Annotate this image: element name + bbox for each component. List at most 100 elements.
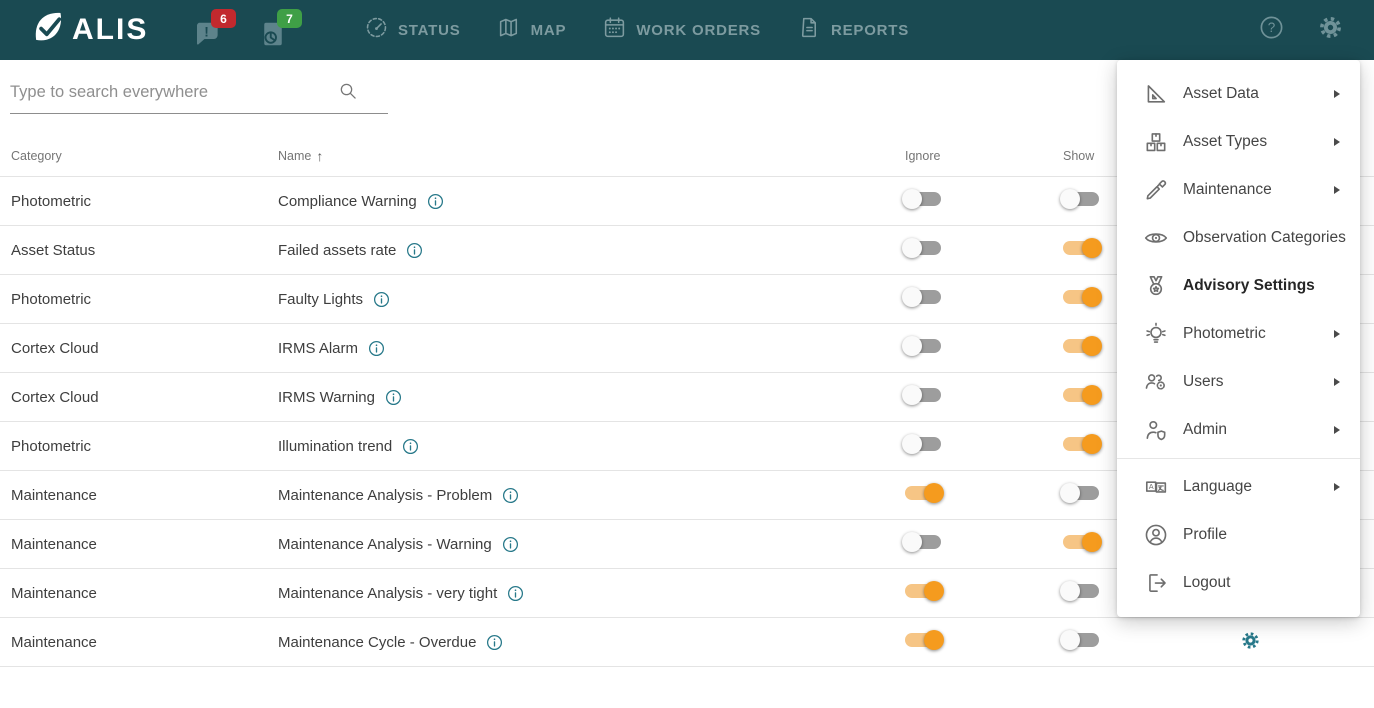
search-box: [10, 77, 360, 114]
tool-icon: [1143, 177, 1169, 203]
row-category: Photometric: [11, 291, 278, 308]
row-category: Cortex Cloud: [11, 389, 278, 406]
chat-alert-icon: !: [192, 36, 222, 53]
show-toggle[interactable]: [1063, 486, 1099, 500]
report-chart-icon: [258, 36, 288, 53]
show-toggle[interactable]: [1063, 241, 1099, 255]
search-input[interactable]: [10, 77, 388, 114]
row-name: Maintenance Analysis - very tight: [278, 585, 497, 602]
nav-map[interactable]: MAP: [497, 15, 567, 45]
set-square-icon: [1143, 81, 1169, 107]
menu-item-users[interactable]: Users: [1117, 358, 1360, 406]
row-name: Illumination trend: [278, 438, 392, 455]
show-toggle[interactable]: [1063, 535, 1099, 549]
ignore-toggle[interactable]: [905, 290, 941, 304]
info-icon[interactable]: [501, 486, 520, 505]
lightbulb-icon: [1143, 321, 1169, 347]
menu-item-observation-categories[interactable]: Observation Categories: [1117, 214, 1360, 262]
report-chart-notification-button[interactable]: 7: [258, 13, 292, 47]
menu-item-profile[interactable]: Profile: [1117, 511, 1360, 559]
show-toggle[interactable]: [1063, 437, 1099, 451]
notification-badge: 6: [211, 9, 236, 28]
info-icon[interactable]: [426, 192, 445, 211]
info-icon[interactable]: [367, 339, 386, 358]
chevron-right-icon: [1334, 330, 1340, 338]
ignore-toggle[interactable]: [905, 388, 941, 402]
ignore-toggle[interactable]: [905, 339, 941, 353]
info-icon[interactable]: [384, 388, 403, 407]
info-icon[interactable]: [372, 290, 391, 309]
ignore-toggle[interactable]: [905, 584, 941, 598]
settings-button[interactable]: [1317, 14, 1344, 46]
ignore-toggle[interactable]: [905, 192, 941, 206]
boxes-icon: [1143, 129, 1169, 155]
topbar: ALIS ! 6 7 STATUS MAP WORK ORDERS REPORT…: [0, 0, 1374, 60]
help-button[interactable]: ?: [1258, 14, 1285, 46]
chat-alert-notification-button[interactable]: ! 6: [192, 13, 226, 47]
row-name: IRMS Warning: [278, 389, 375, 406]
row-name: IRMS Alarm: [278, 340, 358, 357]
menu-item-asset-data[interactable]: Asset Data: [1117, 70, 1360, 118]
logo-text: ALIS: [72, 13, 148, 47]
map-icon: [497, 15, 522, 45]
info-icon[interactable]: [501, 535, 520, 554]
settings-dropdown-menu: Asset Data Asset Types Maintenance Obser…: [1117, 60, 1360, 617]
menu-item-maintenance[interactable]: Maintenance: [1117, 166, 1360, 214]
show-toggle[interactable]: [1063, 388, 1099, 402]
sort-asc-icon: ↑: [316, 148, 323, 164]
svg-text:?: ?: [1268, 20, 1276, 35]
ignore-toggle[interactable]: [905, 437, 941, 451]
menu-item-asset-types[interactable]: Asset Types: [1117, 118, 1360, 166]
show-toggle[interactable]: [1063, 339, 1099, 353]
info-icon[interactable]: [506, 584, 525, 603]
nav-work-orders[interactable]: WORK ORDERS: [602, 15, 761, 45]
alis-leaf-icon: [28, 8, 68, 53]
menu-item-admin[interactable]: Admin: [1117, 406, 1360, 454]
alis-logo[interactable]: ALIS: [28, 8, 148, 53]
row-category: Maintenance: [11, 634, 278, 651]
info-icon[interactable]: [485, 633, 504, 652]
column-header-name[interactable]: Name ↑: [278, 148, 905, 164]
info-icon[interactable]: [401, 437, 420, 456]
row-name: Maintenance Analysis - Problem: [278, 487, 492, 504]
svg-text:A: A: [1149, 482, 1154, 491]
eye-icon: [1143, 225, 1169, 251]
logout-icon: [1143, 570, 1169, 596]
row-name: Faulty Lights: [278, 291, 363, 308]
show-toggle[interactable]: [1063, 290, 1099, 304]
show-toggle[interactable]: [1063, 584, 1099, 598]
chevron-right-icon: [1334, 186, 1340, 194]
menu-item-language[interactable]: A Language: [1117, 463, 1360, 511]
menu-item-advisory-settings[interactable]: Advisory Settings: [1117, 262, 1360, 310]
chevron-right-icon: [1334, 90, 1340, 98]
nav-reports[interactable]: REPORTS: [797, 15, 909, 45]
row-settings-gear-icon[interactable]: [1240, 630, 1261, 651]
info-icon[interactable]: [405, 241, 424, 260]
gauge-icon: [364, 15, 389, 45]
row-name: Compliance Warning: [278, 193, 417, 210]
ignore-toggle[interactable]: [905, 633, 941, 647]
ignore-toggle[interactable]: [905, 241, 941, 255]
show-toggle[interactable]: [1063, 192, 1099, 206]
row-category: Cortex Cloud: [11, 340, 278, 357]
notification-badge: 7: [277, 9, 302, 28]
admin-shield-icon: [1143, 417, 1169, 443]
row-name: Maintenance Analysis - Warning: [278, 536, 492, 553]
profile-icon: [1143, 522, 1169, 548]
menu-item-photometric[interactable]: Photometric: [1117, 310, 1360, 358]
column-header-category[interactable]: Category: [11, 149, 278, 163]
calendar-icon: [602, 15, 627, 45]
language-icon: A: [1143, 474, 1169, 500]
column-header-ignore[interactable]: Ignore: [905, 149, 1063, 163]
nav-status[interactable]: STATUS: [364, 15, 461, 45]
row-category: Photometric: [11, 193, 278, 210]
row-name: Maintenance Cycle - Overdue: [278, 634, 476, 651]
menu-item-logout[interactable]: Logout: [1117, 559, 1360, 607]
row-category: Maintenance: [11, 487, 278, 504]
show-toggle[interactable]: [1063, 633, 1099, 647]
ignore-toggle[interactable]: [905, 535, 941, 549]
ignore-toggle[interactable]: [905, 486, 941, 500]
row-category: Asset Status: [11, 242, 278, 259]
search-icon: [338, 81, 358, 106]
users-gear-icon: [1143, 369, 1169, 395]
